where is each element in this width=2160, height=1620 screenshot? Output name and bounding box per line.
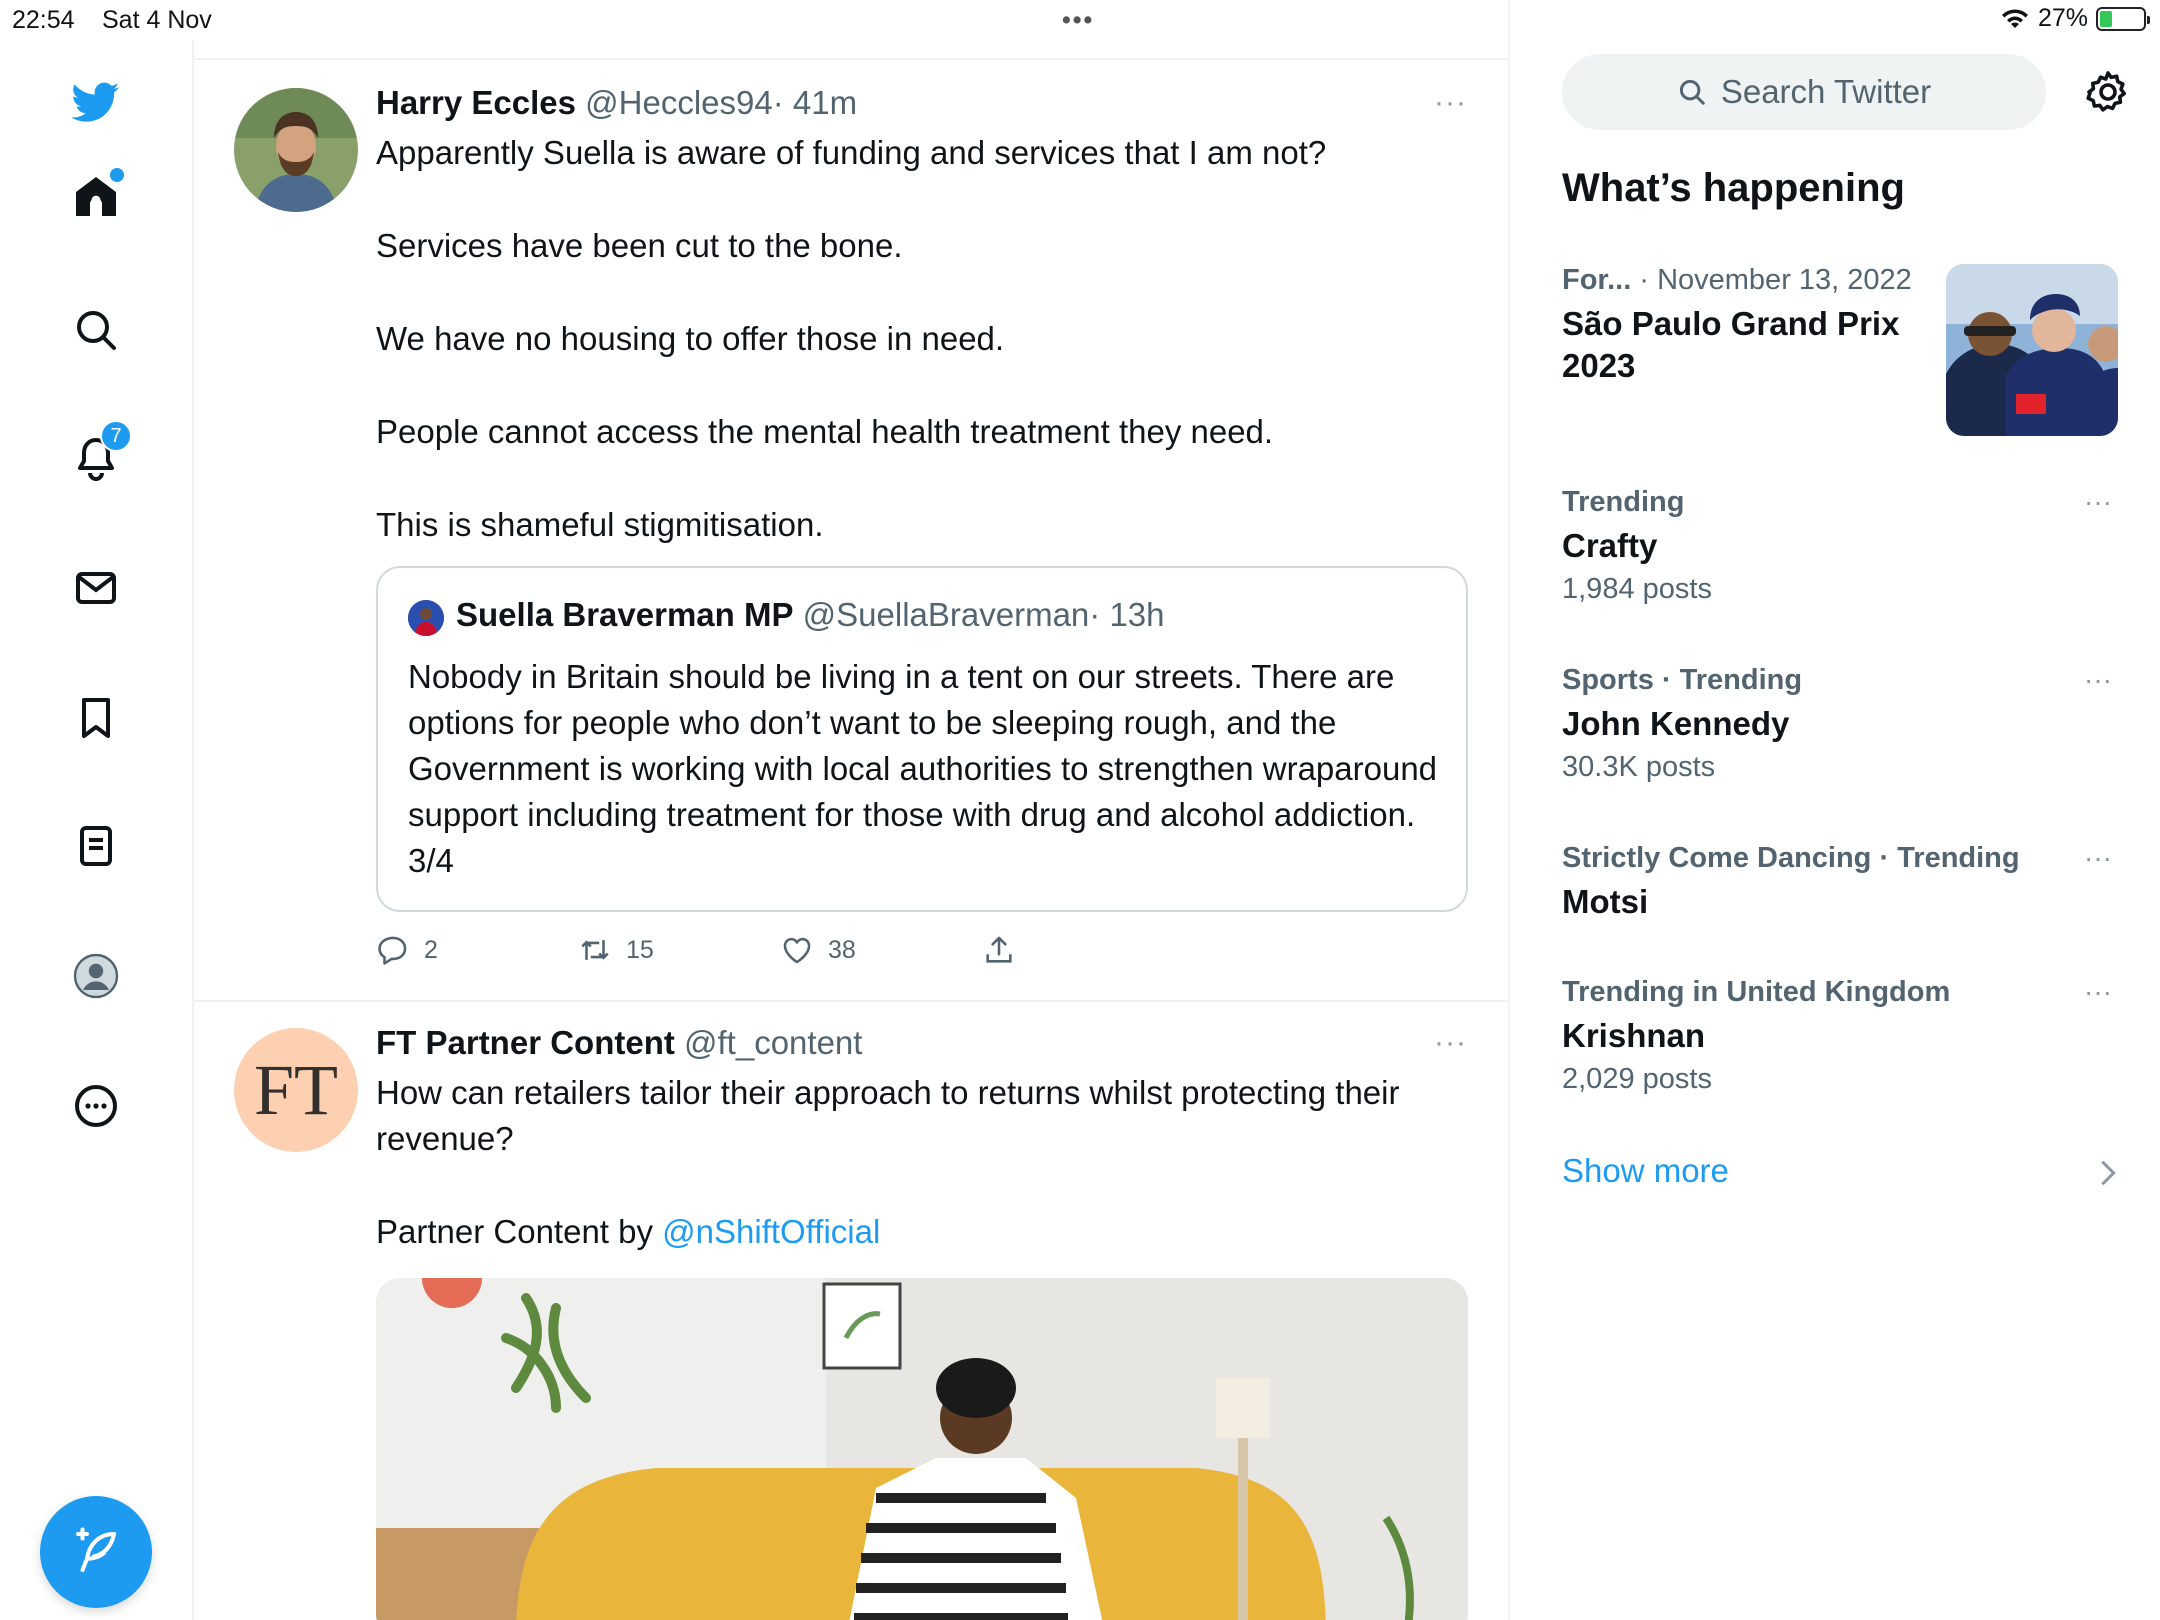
author-handle[interactable]: @ft_content xyxy=(684,1024,862,1061)
trend-name: Crafty xyxy=(1562,527,1658,564)
event-category: For... xyxy=(1562,264,1632,296)
nav-lists[interactable] xyxy=(66,816,126,876)
avatar-icon xyxy=(73,953,119,999)
gear-icon[interactable] xyxy=(2084,68,2132,116)
trend-name: Motsi xyxy=(1562,883,1649,920)
compose-tweet-button[interactable] xyxy=(40,1496,152,1608)
tweet-divider xyxy=(194,1000,1508,1002)
tweet-header: Harry Eccles @Heccles94· 41m xyxy=(376,84,857,122)
tweet-paragraph: Partner Content by @nShiftOfficial xyxy=(376,1209,1476,1255)
search-input[interactable]: Search Twitter xyxy=(1562,54,2046,130)
promo-image[interactable] xyxy=(376,1278,1468,1620)
event-image[interactable] xyxy=(1946,264,2118,436)
right-sidebar: Search Twitter What’s happening For... ·… xyxy=(1510,0,2160,1620)
event-date: · November 13, 2022 xyxy=(1639,264,1912,296)
trend-count: 30.3K posts xyxy=(1562,751,1716,783)
partner-link[interactable]: @nShiftOfficial xyxy=(662,1213,880,1250)
trend-more-icon[interactable]: ··· xyxy=(2084,486,2112,518)
tweet-actions: 2 15 38 xyxy=(376,930,1184,970)
trend-more-icon[interactable]: ··· xyxy=(2084,842,2112,874)
share-icon xyxy=(986,936,1012,963)
twitter-logo-icon[interactable] xyxy=(66,72,126,132)
quoted-text: Nobody in Britain should be living in a … xyxy=(408,658,1438,879)
reply-count: 2 xyxy=(424,935,438,964)
reply-button[interactable]: 2 xyxy=(376,933,578,967)
trend-item[interactable]: Trending in United Kingdom Krishnan 2,02… xyxy=(1562,976,2122,1096)
sidebar-nav: 7 xyxy=(0,40,194,1620)
trend-name: Krishnan xyxy=(1562,1017,1706,1054)
home-unread-dot xyxy=(110,168,124,182)
list-icon xyxy=(80,826,112,866)
tweet-more-icon[interactable]: ··· xyxy=(1434,1026,1467,1060)
bookmark-icon xyxy=(82,698,110,738)
like-count: 38 xyxy=(828,935,856,964)
envelope-icon xyxy=(76,572,116,604)
chevron-right-icon[interactable] xyxy=(2096,1158,2120,1188)
nav-home[interactable] xyxy=(66,166,126,226)
tweet-time[interactable]: · 41m xyxy=(773,84,857,121)
search-icon xyxy=(1679,79,1705,105)
nav-notifications[interactable]: 7 xyxy=(66,420,132,488)
quoted-author-name: Suella Braverman MP xyxy=(456,596,794,633)
trend-meta: Strictly Come Dancing · Trending xyxy=(1562,842,2020,874)
retweet-icon xyxy=(581,940,609,960)
tweet-more-icon[interactable]: ··· xyxy=(1434,86,1467,120)
whats-happening-title: What’s happening xyxy=(1562,166,1905,210)
notification-badge: 7 xyxy=(100,420,132,452)
quoted-tweet[interactable]: Suella Braverman MP @SuellaBraverman· 13… xyxy=(376,566,1468,912)
quoted-time: · 13h xyxy=(1089,596,1165,633)
tweet-paragraph: Services have been cut to the bone. xyxy=(376,227,903,264)
feed-header-divider xyxy=(194,58,1508,60)
trend-item[interactable]: Trending Crafty 1,984 posts xyxy=(1562,486,2122,606)
trend-item[interactable]: Sports · Trending John Kennedy 30.3K pos… xyxy=(1562,664,2122,784)
trend-count: 2,029 posts xyxy=(1562,1063,1712,1095)
author-name[interactable]: FT Partner Content xyxy=(376,1024,675,1061)
timeline-feed[interactable]: Harry Eccles @Heccles94· 41m ··· Apparen… xyxy=(194,0,1510,1620)
share-button[interactable] xyxy=(982,933,1184,967)
feather-plus-icon xyxy=(75,1527,117,1573)
trend-more-icon[interactable]: ··· xyxy=(2084,664,2112,696)
partner-prefix: Partner Content by xyxy=(376,1213,663,1250)
tweet-paragraph: People cannot access the mental health t… xyxy=(376,413,1274,450)
trend-item[interactable]: Strictly Come Dancing · Trending Motsi xyxy=(1562,842,2122,923)
status-time: 22:54 xyxy=(12,6,75,34)
tweet-header: FT Partner Content @ft_content xyxy=(376,1024,862,1062)
quoted-avatar xyxy=(408,600,444,636)
heart-icon xyxy=(783,937,811,964)
tweet-paragraph: How can retailers tailor their approach … xyxy=(376,1074,1400,1157)
search-icon xyxy=(77,311,116,350)
author-name[interactable]: Harry Eccles xyxy=(376,84,576,121)
author-handle[interactable]: @Heccles94 xyxy=(585,84,773,121)
show-more-link[interactable]: Show more xyxy=(1562,1152,1729,1190)
trend-meta: Sports · Trending xyxy=(1562,664,1803,696)
tweet-paragraph: We have no housing to offer those in nee… xyxy=(376,320,1005,357)
retweet-button[interactable]: 15 xyxy=(578,933,780,967)
avatar[interactable] xyxy=(234,88,358,212)
like-button[interactable]: 38 xyxy=(780,933,982,967)
reply-icon xyxy=(378,936,407,965)
trend-meta: Trending xyxy=(1562,486,1685,518)
ft-avatar[interactable]: FT xyxy=(234,1028,358,1152)
trend-name: John Kennedy xyxy=(1562,705,1790,742)
trend-more-icon[interactable]: ··· xyxy=(2084,976,2112,1008)
nav-explore[interactable] xyxy=(66,300,126,360)
quoted-author-handle: @SuellaBraverman xyxy=(802,596,1090,633)
event-item[interactable]: For... · November 13, 2022 São Paulo Gra… xyxy=(1562,264,1942,387)
event-title: São Paulo Grand Prix 2023 xyxy=(1562,305,1900,384)
search-placeholder: Search Twitter xyxy=(1720,73,1932,110)
more-circle-icon xyxy=(75,1085,117,1127)
nav-bookmarks[interactable] xyxy=(66,688,126,748)
nav-profile[interactable] xyxy=(66,946,126,1006)
tweet-paragraph: Apparently Suella is aware of funding an… xyxy=(376,134,1327,171)
trend-meta: Trending in United Kingdom xyxy=(1562,976,1951,1008)
quoted-header: Suella Braverman MP @SuellaBraverman· 13… xyxy=(456,596,1165,634)
retweet-count: 15 xyxy=(626,935,654,964)
tweet-text: How can retailers tailor their approach … xyxy=(376,1070,1476,1302)
tweet-paragraph: This is shameful stigmitisation. xyxy=(376,506,824,543)
nav-messages[interactable] xyxy=(66,558,126,618)
tweet-text: Apparently Suella is aware of funding an… xyxy=(376,130,1476,595)
trend-count: 1,984 posts xyxy=(1562,573,1712,605)
nav-more[interactable] xyxy=(66,1076,126,1136)
